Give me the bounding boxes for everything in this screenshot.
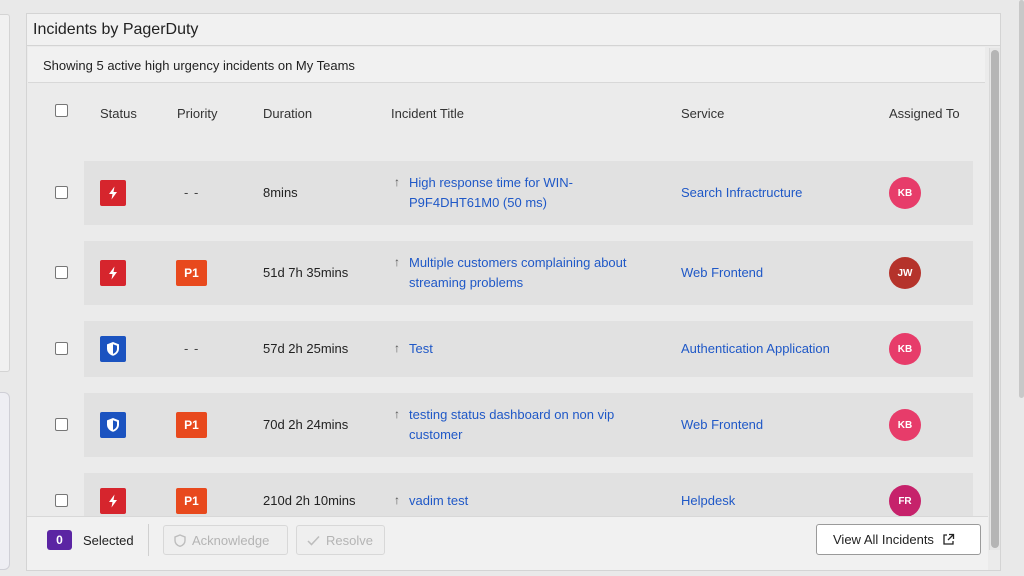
high-urgency-arrow-icon: ↑ (394, 407, 400, 421)
incidents-content: Showing 5 active high urgency incidents … (28, 47, 985, 516)
service-link[interactable]: Web Frontend (681, 265, 763, 280)
table-row[interactable]: P1 70d 2h 24mins ↑ testing status dashboard… (84, 393, 973, 457)
priority-badge: P1 (176, 412, 207, 438)
shield-icon (174, 533, 186, 547)
row-checkbox[interactable] (55, 418, 68, 431)
triggered-status-icon (100, 180, 126, 206)
table-row[interactable]: - - 57d 2h 25mins ↑ Test Authentication Appl… (84, 321, 973, 377)
row-checkbox[interactable] (55, 342, 68, 355)
left-card-edge (0, 392, 10, 570)
triggered-status-icon (100, 488, 126, 514)
assignee-avatar[interactable]: KB (889, 177, 921, 209)
selected-label: Selected (83, 533, 134, 548)
duration-cell: 70d 2h 24mins (263, 417, 349, 432)
view-all-label: View All Incidents (833, 532, 934, 547)
table-scrollbar[interactable] (989, 48, 1000, 550)
row-checkbox[interactable] (55, 494, 68, 507)
external-link-icon (943, 533, 955, 545)
footer-divider (148, 524, 149, 556)
page-scrollbar[interactable] (1019, 0, 1024, 398)
high-urgency-arrow-icon: ↑ (394, 255, 400, 269)
row-checkbox[interactable] (55, 186, 68, 199)
assignee-avatar[interactable]: FR (889, 485, 921, 516)
triggered-status-icon (100, 260, 126, 286)
resolve-label: Resolve (326, 532, 373, 548)
column-priority[interactable]: Priority (177, 106, 217, 121)
service-link[interactable]: Authentication Application (681, 341, 830, 356)
incident-title-link[interactable]: High response time for WIN-P9F4DHT61M0 (… (409, 173, 631, 213)
assignee-avatar[interactable]: KB (889, 333, 921, 365)
incident-title-link[interactable]: vadim test (409, 491, 631, 511)
left-panel-edge (0, 14, 10, 372)
table-row[interactable]: - - 8mins ↑ High response time for WIN-P9F4… (84, 161, 973, 225)
table-header: Status Priority Duration Incident Title … (28, 99, 985, 125)
assignee-avatar[interactable]: JW (889, 257, 921, 289)
acknowledged-status-icon (100, 336, 126, 362)
scrollbar-thumb[interactable] (991, 50, 999, 548)
incident-title-link[interactable]: Test (409, 339, 631, 359)
incidents-widget: Incidents by PagerDuty Showing 5 active … (26, 13, 1001, 571)
column-incident-title[interactable]: Incident Title (391, 106, 464, 121)
duration-cell: 57d 2h 25mins (263, 341, 349, 356)
assignee-avatar[interactable]: KB (889, 409, 921, 441)
view-all-incidents-button[interactable]: View All Incidents (816, 524, 981, 555)
priority-badge: P1 (176, 488, 207, 514)
service-link[interactable]: Search Infractructure (681, 185, 802, 200)
service-link[interactable]: Web Frontend (681, 417, 763, 432)
priority-empty: - - (184, 185, 200, 200)
acknowledge-label: Acknowledge (192, 532, 270, 548)
incidents-summary: Showing 5 active high urgency incidents … (28, 47, 985, 83)
high-urgency-arrow-icon: ↑ (394, 493, 400, 507)
service-link[interactable]: Helpdesk (681, 493, 735, 508)
acknowledged-status-icon (100, 412, 126, 438)
duration-cell: 8mins (263, 185, 298, 200)
widget-title: Incidents by PagerDuty (27, 14, 1000, 46)
table-row[interactable]: P1 210d 2h 10mins ↑ vadim test Helpdesk FR (84, 473, 973, 516)
select-all-checkbox[interactable] (55, 104, 68, 117)
checkmark-icon (307, 535, 320, 546)
column-assigned-to[interactable]: Assigned To (889, 106, 960, 121)
duration-cell: 51d 7h 35mins (263, 265, 349, 280)
column-duration[interactable]: Duration (263, 106, 312, 121)
resolve-button[interactable]: Resolve (296, 525, 385, 555)
duration-cell: 210d 2h 10mins (263, 493, 356, 508)
widget-footer: 0 Selected Acknowledge Resolve View All … (27, 516, 988, 570)
column-status[interactable]: Status (100, 106, 137, 121)
incident-title-link[interactable]: Multiple customers complaining about str… (409, 253, 631, 293)
priority-badge: P1 (176, 260, 207, 286)
incident-title-link[interactable]: testing status dashboard on non vip cust… (409, 405, 631, 445)
column-service[interactable]: Service (681, 106, 724, 121)
selected-count-badge: 0 (47, 530, 72, 550)
acknowledge-button[interactable]: Acknowledge (163, 525, 288, 555)
row-checkbox[interactable] (55, 266, 68, 279)
table-row[interactable]: P1 51d 7h 35mins ↑ Multiple customers compl… (84, 241, 973, 305)
priority-empty: - - (184, 341, 200, 356)
high-urgency-arrow-icon: ↑ (394, 341, 400, 355)
high-urgency-arrow-icon: ↑ (394, 175, 400, 189)
